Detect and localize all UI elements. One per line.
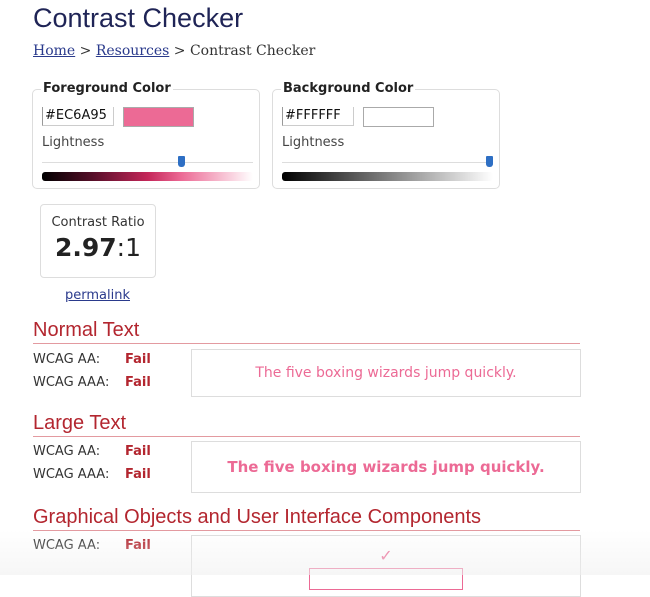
graphical-sample-box: ✓ xyxy=(191,535,581,597)
page-title: Contrast Checker xyxy=(33,3,244,33)
breadcrumb: Home > Resources > Contrast Checker xyxy=(33,43,315,59)
foreground-lightness-track[interactable] xyxy=(42,162,253,163)
background-hex-input[interactable]: #FFFFFF xyxy=(282,107,354,126)
breadcrumb-separator: > xyxy=(79,43,92,59)
graphical-aa-label: WCAG AA: xyxy=(33,538,101,553)
large-aaa-result: Fail xyxy=(125,467,151,482)
normal-text-sample: The five boxing wizards jump quickly. xyxy=(191,349,581,397)
large-aaa-row: WCAG AAA: Fail xyxy=(33,467,151,482)
graphical-aa-result: Fail xyxy=(125,538,151,553)
breadcrumb-home[interactable]: Home xyxy=(33,43,75,59)
normal-aa-result: Fail xyxy=(125,352,151,367)
large-text-sample: The five boxing wizards jump quickly. xyxy=(191,441,581,493)
large-aaa-label: WCAG AAA: xyxy=(33,467,110,482)
background-color-panel: Background Color #FFFFFF Lightness xyxy=(272,81,500,189)
contrast-ratio-box: Contrast Ratio 2.97:1 xyxy=(40,204,156,278)
background-lightness-track[interactable] xyxy=(282,162,493,163)
contrast-ratio-label: Contrast Ratio xyxy=(51,215,145,230)
breadcrumb-resources[interactable]: Resources xyxy=(96,43,169,59)
sample-ui-input[interactable] xyxy=(309,568,463,590)
large-aa-result: Fail xyxy=(125,444,151,459)
background-lightness-label: Lightness xyxy=(282,135,345,150)
background-legend: Background Color xyxy=(281,81,416,96)
foreground-lightness-gradient xyxy=(42,172,253,181)
normal-aa-label: WCAG AA: xyxy=(33,352,101,367)
contrast-ratio-number: 2.97 xyxy=(54,233,117,262)
large-aa-row: WCAG AA: Fail xyxy=(33,444,151,459)
large-text-heading: Large Text xyxy=(33,412,580,437)
graphical-aa-row: WCAG AA: Fail xyxy=(33,538,151,553)
background-lightness-gradient xyxy=(282,172,493,181)
foreground-color-picker[interactable] xyxy=(123,107,194,127)
foreground-legend: Foreground Color xyxy=(41,81,173,96)
foreground-hex-input[interactable]: #EC6A95 xyxy=(42,107,114,126)
foreground-lightness-label: Lightness xyxy=(42,135,105,150)
contrast-ratio-value: 2.97:1 xyxy=(41,233,155,262)
background-lightness-slider-thumb[interactable] xyxy=(486,156,493,167)
large-aa-label: WCAG AA: xyxy=(33,444,101,459)
normal-aa-row: WCAG AA: Fail xyxy=(33,352,151,367)
normal-aaa-row: WCAG AAA: Fail xyxy=(33,375,151,390)
breadcrumb-separator: > xyxy=(173,43,186,59)
graphical-heading: Graphical Objects and User Interface Com… xyxy=(33,506,580,531)
normal-aaa-result: Fail xyxy=(125,375,151,390)
contrast-ratio-suffix: :1 xyxy=(116,233,142,262)
permalink-link[interactable]: permalink xyxy=(65,288,130,303)
breadcrumb-current: Contrast Checker xyxy=(189,43,316,59)
foreground-lightness-slider-thumb[interactable] xyxy=(178,156,186,167)
normal-text-heading: Normal Text xyxy=(33,319,580,344)
background-color-picker[interactable] xyxy=(363,107,434,127)
foreground-color-panel: Foreground Color #EC6A95 Lightness xyxy=(32,81,260,189)
checkmark-icon: ✓ xyxy=(379,546,393,565)
normal-aaa-label: WCAG AAA: xyxy=(33,375,110,390)
